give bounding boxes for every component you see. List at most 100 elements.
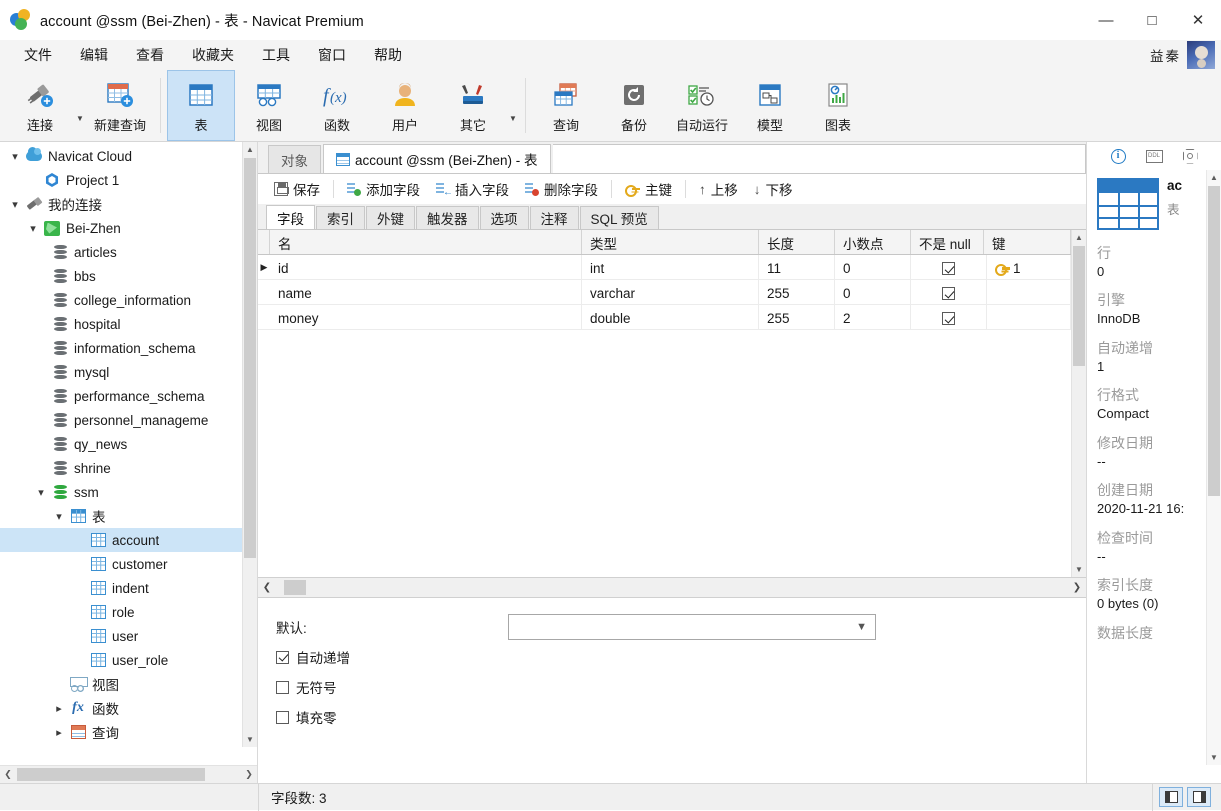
- column-header-type[interactable]: 类型: [582, 230, 759, 254]
- toggle-right-panel-button[interactable]: [1187, 787, 1211, 807]
- tree-item-navicat-cloud[interactable]: Navicat Cloud: [0, 144, 257, 168]
- scroll-thumb[interactable]: [17, 768, 205, 781]
- tree-item-bei-zhen[interactable]: Bei-Zhen: [0, 216, 257, 240]
- menu-view[interactable]: 查看: [122, 42, 178, 68]
- tab-foreign-keys[interactable]: 外键: [366, 206, 415, 229]
- chevron-down-icon[interactable]: [6, 150, 24, 163]
- move-down-button[interactable]: ↓ 下移: [746, 176, 801, 202]
- column-header-length[interactable]: 长度: [759, 230, 835, 254]
- unsigned-row[interactable]: 无符号: [276, 672, 1086, 702]
- scroll-down-icon[interactable]: ▼: [243, 732, 257, 747]
- menu-favorites[interactable]: 收藏夹: [178, 42, 248, 68]
- chevron-down-icon[interactable]: ▼: [856, 621, 867, 633]
- chevron-down-icon[interactable]: [24, 222, 42, 235]
- ribbon-table-button[interactable]: 表: [167, 70, 235, 141]
- menu-window[interactable]: 窗口: [304, 42, 360, 68]
- table-row[interactable]: ▶ id int 11 0 1: [258, 255, 1071, 280]
- chevron-down-icon[interactable]: [6, 198, 24, 211]
- minimize-button[interactable]: —: [1083, 0, 1129, 40]
- scroll-down-icon[interactable]: ▼: [1072, 562, 1086, 577]
- scroll-right-icon[interactable]: ❯: [1068, 582, 1086, 593]
- toggle-left-panel-button[interactable]: [1159, 787, 1183, 807]
- close-button[interactable]: ✕: [1175, 0, 1221, 40]
- ribbon-backup-button[interactable]: 备份: [600, 70, 668, 141]
- not-null-checkbox[interactable]: [942, 287, 955, 300]
- ribbon-connection-button[interactable]: 连接: [6, 70, 74, 141]
- cell-key[interactable]: 1: [987, 255, 1071, 279]
- menu-tools[interactable]: 工具: [248, 42, 304, 68]
- tree-item-customer[interactable]: customer: [0, 552, 257, 576]
- default-value-combobox[interactable]: ▼: [508, 614, 876, 640]
- column-header-not-null[interactable]: 不是 null: [911, 230, 984, 254]
- tree-item-indent[interactable]: indent: [0, 576, 257, 600]
- cell-not-null[interactable]: [911, 305, 987, 329]
- scroll-up-icon[interactable]: ▲: [243, 142, 257, 157]
- zerofill-checkbox[interactable]: [276, 710, 289, 724]
- ribbon-automation-button[interactable]: 自动运行: [668, 70, 736, 141]
- auto-increment-row[interactable]: 自动递增: [276, 642, 1086, 672]
- cell-field-name[interactable]: name: [270, 280, 582, 304]
- chevron-right-icon[interactable]: [50, 702, 68, 715]
- ribbon-function-button[interactable]: f (x) 函数: [303, 70, 371, 141]
- unsigned-checkbox[interactable]: [276, 680, 289, 694]
- info-tab[interactable]: i: [1108, 146, 1128, 166]
- ddl-tab[interactable]: DDL: [1144, 146, 1164, 166]
- avatar[interactable]: [1187, 41, 1215, 69]
- tab-triggers[interactable]: 触发器: [416, 206, 479, 229]
- tab-options[interactable]: 选项: [479, 206, 529, 229]
- cell-field-type[interactable]: varchar: [582, 280, 759, 304]
- tree-item-tables-folder[interactable]: 表: [0, 504, 257, 528]
- table-row[interactable]: name varchar 255 0: [258, 280, 1071, 305]
- cell-field-name[interactable]: id: [270, 255, 582, 279]
- not-null-checkbox[interactable]: [942, 312, 955, 325]
- info-panel-scrollbar[interactable]: ▲ ▼: [1206, 170, 1221, 765]
- ribbon-user-button[interactable]: 用户: [371, 70, 439, 141]
- auto-increment-checkbox[interactable]: [276, 650, 289, 664]
- scroll-right-icon[interactable]: ❯: [241, 769, 257, 780]
- chevron-down-icon[interactable]: [50, 510, 68, 523]
- cell-field-decimals[interactable]: 2: [835, 305, 911, 329]
- zerofill-row[interactable]: 填充零: [276, 702, 1086, 732]
- cell-field-type[interactable]: int: [582, 255, 759, 279]
- cell-key[interactable]: [987, 280, 1071, 304]
- tree-item-queries-folder[interactable]: 查询: [0, 720, 257, 744]
- tree-item-shrine[interactable]: shrine: [0, 456, 257, 480]
- tree-item-my-connections[interactable]: 我的连接: [0, 192, 257, 216]
- cell-field-decimals[interactable]: 0: [835, 280, 911, 304]
- grid-vertical-scrollbar[interactable]: ▲ ▼: [1071, 230, 1086, 577]
- tree-item-user-role[interactable]: user_role: [0, 648, 257, 672]
- cell-field-length[interactable]: 255: [759, 280, 835, 304]
- tab-sql-preview[interactable]: SQL 预览: [579, 206, 659, 229]
- tree-item-account[interactable]: account: [0, 528, 257, 552]
- cell-field-decimals[interactable]: 0: [835, 255, 911, 279]
- scroll-thumb[interactable]: [244, 158, 256, 558]
- sidebar-horizontal-scrollbar[interactable]: ❮ ❯: [0, 765, 257, 783]
- insert-field-button[interactable]: ← 插入字段: [428, 176, 517, 202]
- delete-field-button[interactable]: 删除字段: [517, 176, 606, 202]
- tree-item-views-folder[interactable]: 视图: [0, 672, 257, 696]
- sidebar-vertical-scrollbar[interactable]: ▲ ▼: [242, 142, 257, 747]
- ribbon-model-button[interactable]: 模型: [736, 70, 804, 141]
- table-row[interactable]: money double 255 2: [258, 305, 1071, 330]
- cell-field-length[interactable]: 11: [759, 255, 835, 279]
- cell-not-null[interactable]: [911, 255, 987, 279]
- tree-item-mysql[interactable]: mysql: [0, 360, 257, 384]
- menu-help[interactable]: 帮助: [360, 42, 416, 68]
- other-chevron-down-icon[interactable]: ▼: [507, 70, 519, 141]
- cell-field-type[interactable]: double: [582, 305, 759, 329]
- scroll-thumb[interactable]: [284, 580, 306, 595]
- ribbon-other-button[interactable]: 其它: [439, 70, 507, 141]
- tree-item-role[interactable]: role: [0, 600, 257, 624]
- column-header-key[interactable]: 键: [984, 230, 1071, 254]
- cell-key[interactable]: [987, 305, 1071, 329]
- maximize-button[interactable]: □: [1129, 0, 1175, 40]
- scroll-up-icon[interactable]: ▲: [1207, 170, 1221, 185]
- chevron-right-icon[interactable]: [50, 726, 68, 739]
- connection-chevron-down-icon[interactable]: ▼: [74, 70, 86, 141]
- tree-item-functions-folder[interactable]: fx 函数: [0, 696, 257, 720]
- tab-account-table-design[interactable]: account @ssm (Bei-Zhen) - 表: [323, 144, 551, 173]
- ribbon-new-query-button[interactable]: 新建查询: [86, 70, 154, 141]
- scroll-thumb[interactable]: [1073, 246, 1085, 366]
- tree-item-personnel-management[interactable]: personnel_manageme: [0, 408, 257, 432]
- settings-tab[interactable]: [1180, 146, 1200, 166]
